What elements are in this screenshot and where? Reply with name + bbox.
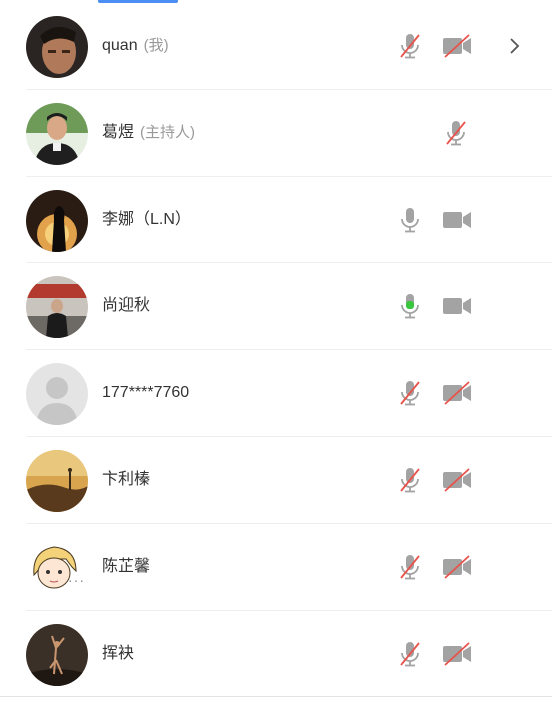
- avatar: [26, 189, 88, 252]
- microphone-icon[interactable]: [398, 206, 422, 234]
- microphone-muted-icon[interactable]: [398, 379, 422, 407]
- microphone-muted-icon[interactable]: [398, 32, 422, 60]
- more-dots: ···: [68, 571, 85, 588]
- participant-row[interactable]: 177****7760: [0, 350, 552, 437]
- microphone-muted-icon[interactable]: [398, 553, 422, 581]
- bottom-divider: [0, 696, 552, 697]
- microphone-muted-icon[interactable]: [444, 119, 468, 147]
- participant-role: (主持人): [140, 123, 196, 141]
- camera-off-icon[interactable]: [442, 554, 472, 580]
- participant-row[interactable]: ··· 陈芷馨: [0, 524, 552, 611]
- participant-row[interactable]: 李娜（L.N）: [0, 177, 552, 264]
- participant-name: 177****7760: [102, 384, 190, 402]
- chevron-right-icon[interactable]: [506, 33, 524, 59]
- avatar: [26, 276, 88, 339]
- avatar: [26, 536, 88, 599]
- camera-off-icon[interactable]: [442, 380, 472, 406]
- avatar: [26, 16, 88, 78]
- participant-row[interactable]: 尚迎秋: [0, 263, 552, 350]
- participant-name: 挥袂: [102, 644, 135, 662]
- camera-off-icon[interactable]: [442, 641, 472, 667]
- avatar: [26, 623, 88, 686]
- participant-row[interactable]: quan (我): [0, 3, 552, 90]
- participant-name: 李娜（L.N）: [102, 210, 191, 228]
- avatar: [26, 363, 88, 426]
- participant-role: (我): [143, 37, 169, 54]
- participant-list: quan (我) 葛煜 (主持人) 李娜（L.N） 尚迎秋 177****776…: [0, 3, 552, 698]
- camera-off-icon[interactable]: [442, 467, 472, 493]
- participant-name: 葛煜 (主持人): [102, 123, 196, 141]
- camera-off-icon[interactable]: [442, 33, 472, 59]
- avatar: [26, 449, 88, 512]
- microphone-speaking-icon[interactable]: [398, 292, 422, 320]
- participant-row[interactable]: 葛煜 (主持人): [0, 90, 552, 177]
- avatar: [26, 102, 88, 165]
- microphone-muted-icon[interactable]: [398, 466, 422, 494]
- microphone-muted-icon[interactable]: [398, 640, 422, 668]
- camera-icon[interactable]: [442, 293, 472, 319]
- camera-icon[interactable]: [442, 207, 472, 233]
- participant-name: 卞利榛: [102, 470, 151, 488]
- participant-row[interactable]: 挥袂: [0, 611, 552, 698]
- participant-name: quan (我): [102, 37, 169, 54]
- participant-name: 尚迎秋: [102, 297, 151, 315]
- participant-row[interactable]: 卞利榛: [0, 437, 552, 524]
- participant-name: 陈芷馨: [102, 557, 151, 575]
